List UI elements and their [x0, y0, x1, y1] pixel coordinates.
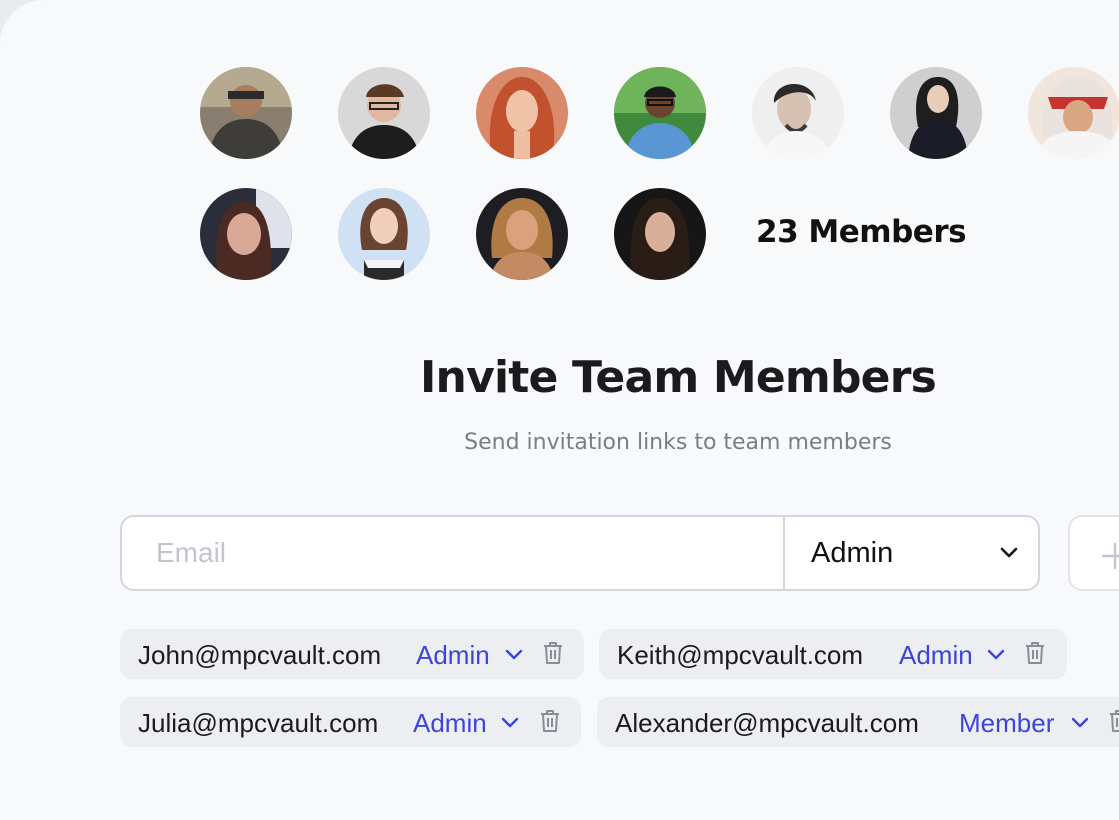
trash-icon[interactable]	[1023, 640, 1047, 666]
email-input[interactable]	[122, 517, 782, 589]
role-select[interactable]: Admin	[785, 517, 1040, 589]
avatar-7	[1028, 67, 1119, 159]
invite-form: Admin	[120, 515, 1040, 591]
avatar-6	[890, 67, 982, 159]
avatar-9	[338, 188, 430, 280]
invitee-chip: Alexander@mpcvault.com Member	[597, 697, 1119, 747]
chevron-down-icon[interactable]	[500, 715, 520, 729]
invitee-email: John@mpcvault.com	[138, 640, 382, 670]
trash-icon[interactable]	[538, 708, 562, 734]
invite-card: 23 Members Invite Team Members Send invi…	[0, 0, 1119, 820]
invitee-email: Alexander@mpcvault.com	[615, 708, 919, 738]
avatar-5	[752, 67, 844, 159]
avatar-11	[614, 188, 706, 280]
invitee-chip: Keith@mpcvault.com Admin	[599, 629, 1067, 679]
page-title: Invite Team Members	[419, 352, 937, 403]
avatar-2	[338, 67, 430, 159]
invitee-email: Julia@mpcvault.com	[138, 708, 379, 738]
invitee-role-select[interactable]: Admin	[416, 640, 490, 671]
invitee-role-select[interactable]: Member	[959, 708, 1054, 739]
page-subtitle: Send invitation links to team members	[464, 430, 892, 455]
role-select-value: Admin	[811, 537, 894, 569]
chevron-down-icon[interactable]	[986, 647, 1006, 661]
trash-icon[interactable]	[541, 640, 565, 666]
invitee-chip: Julia@mpcvault.com Admin	[120, 697, 581, 747]
chevron-down-icon	[999, 545, 1019, 559]
invitee-role-select[interactable]: Admin	[413, 708, 487, 739]
invitee-email: Keith@mpcvault.com	[617, 640, 864, 670]
avatar-8	[200, 188, 292, 280]
invitee-chip: John@mpcvault.com Admin	[120, 629, 584, 679]
avatar-3	[476, 67, 568, 159]
members-count: 23 Members	[756, 214, 967, 250]
add-invite-button[interactable]	[1068, 515, 1119, 591]
avatar-10	[476, 188, 568, 280]
chevron-down-icon[interactable]	[1070, 715, 1090, 729]
chevron-down-icon[interactable]	[504, 647, 524, 661]
trash-icon[interactable]	[1107, 708, 1119, 734]
avatar-4	[614, 67, 706, 159]
invitee-role-select[interactable]: Admin	[899, 640, 973, 671]
plus-icon	[1101, 542, 1119, 570]
avatar-1	[200, 67, 292, 159]
